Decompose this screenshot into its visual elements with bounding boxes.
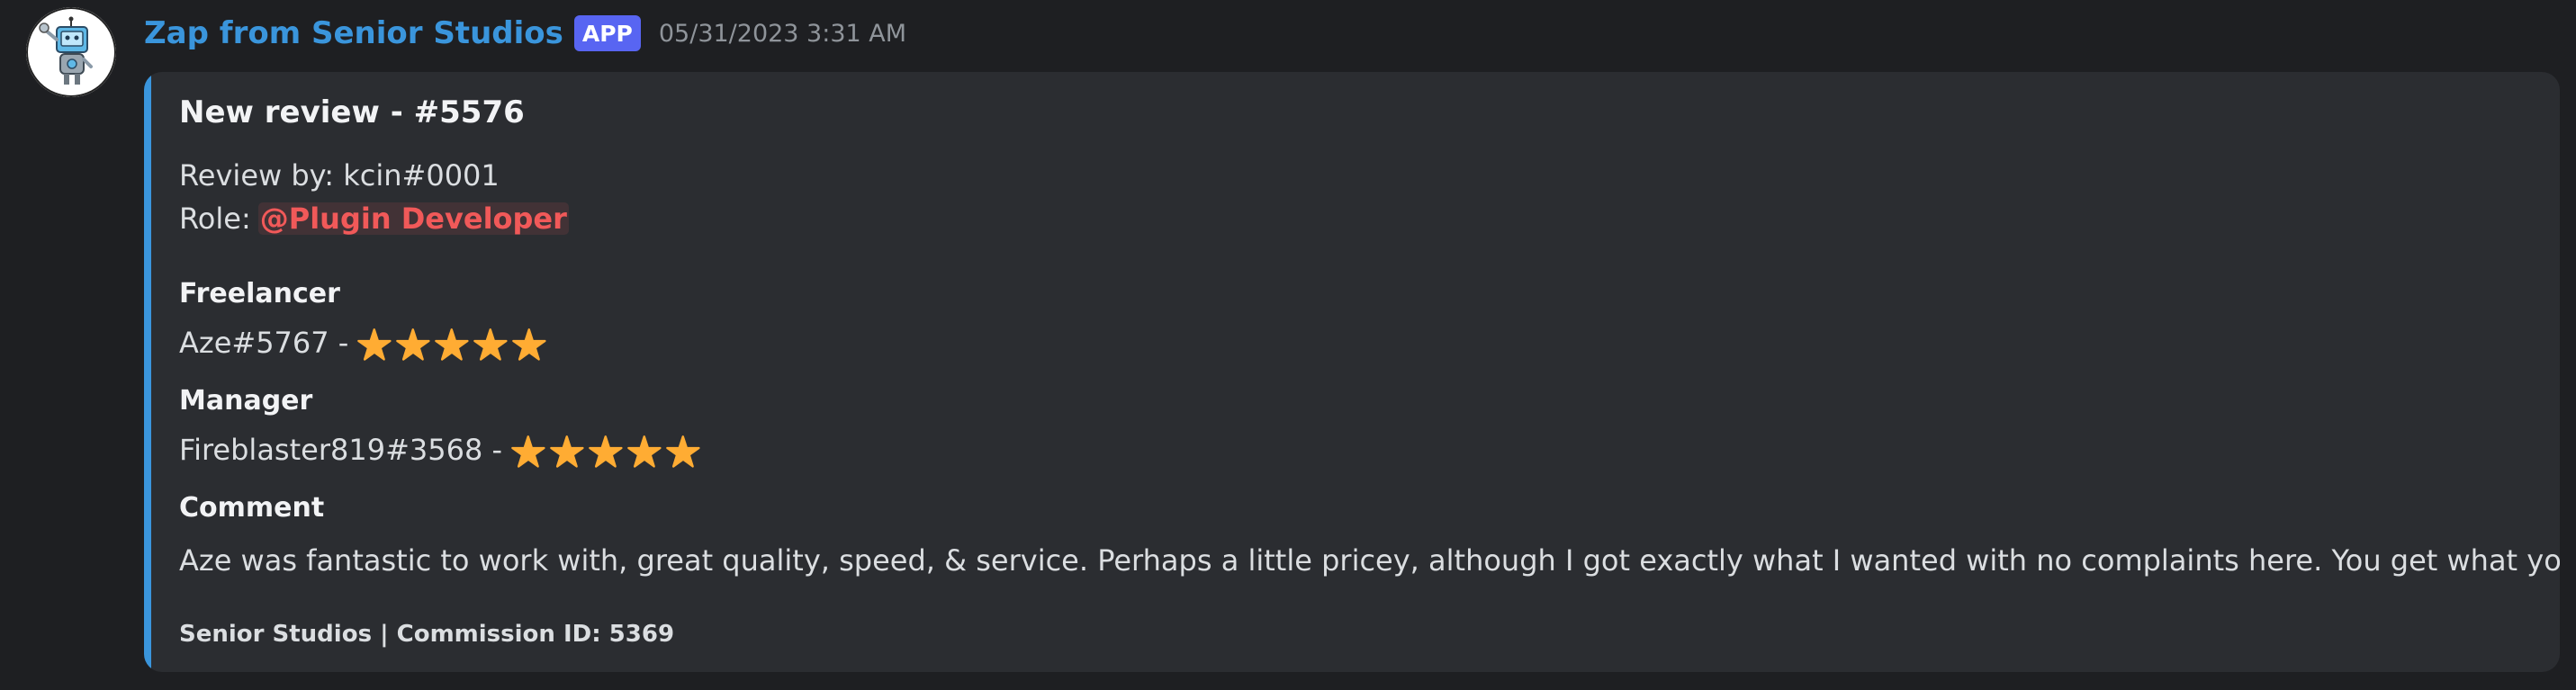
app-badge: APP <box>573 15 641 51</box>
star-icon <box>550 435 584 468</box>
freelancer-name: Aze#5767 - <box>179 326 349 360</box>
star-icon <box>435 328 469 361</box>
field-name-comment: Comment <box>179 492 325 524</box>
star-icon <box>512 328 546 361</box>
star-icon <box>589 435 623 468</box>
bot-avatar-icon[interactable] <box>26 7 116 97</box>
field-name-freelancer: Freelancer <box>179 278 340 309</box>
embed-title: New review - #5576 <box>179 94 525 130</box>
message-timestamp[interactable]: 05/31/2023 3:31 AM <box>659 22 906 46</box>
embed-accent-bar <box>144 72 151 672</box>
star-icon <box>511 435 545 468</box>
field-value-manager: Fireblaster819#3568 - <box>179 431 702 469</box>
embed-content: New review - #5576 Review by: kcin#0001 … <box>179 72 2560 672</box>
review-by-line: Review by: kcin#0001 <box>179 158 500 193</box>
role-line: Role: @Plugin Developer <box>179 202 569 235</box>
field-value-freelancer: Aze#5767 - <box>179 324 548 362</box>
author-name[interactable]: Zap from Senior Studios <box>144 18 563 49</box>
review-embed: New review - #5576 Review by: kcin#0001 … <box>144 72 2560 672</box>
star-icon <box>473 328 508 361</box>
field-value-comment: Aze was fantastic to work with, great qu… <box>179 543 2560 578</box>
role-label: Role: <box>179 202 251 236</box>
manager-name: Fireblaster819#3568 - <box>179 433 503 467</box>
field-name-manager: Manager <box>179 385 313 417</box>
freelancer-rating <box>356 324 548 362</box>
star-icon <box>357 328 392 361</box>
role-mention[interactable]: @Plugin Developer <box>257 202 569 235</box>
manager-rating <box>509 431 702 469</box>
chat-message: Zap from Senior Studios APP 05/31/2023 3… <box>0 0 2576 690</box>
message-header: Zap from Senior Studios APP 05/31/2023 3… <box>144 10 906 57</box>
star-icon <box>627 435 662 468</box>
embed-footer: Senior Studios | Commission ID: 5369 <box>179 621 675 648</box>
star-icon <box>666 435 700 468</box>
star-icon <box>396 328 430 361</box>
